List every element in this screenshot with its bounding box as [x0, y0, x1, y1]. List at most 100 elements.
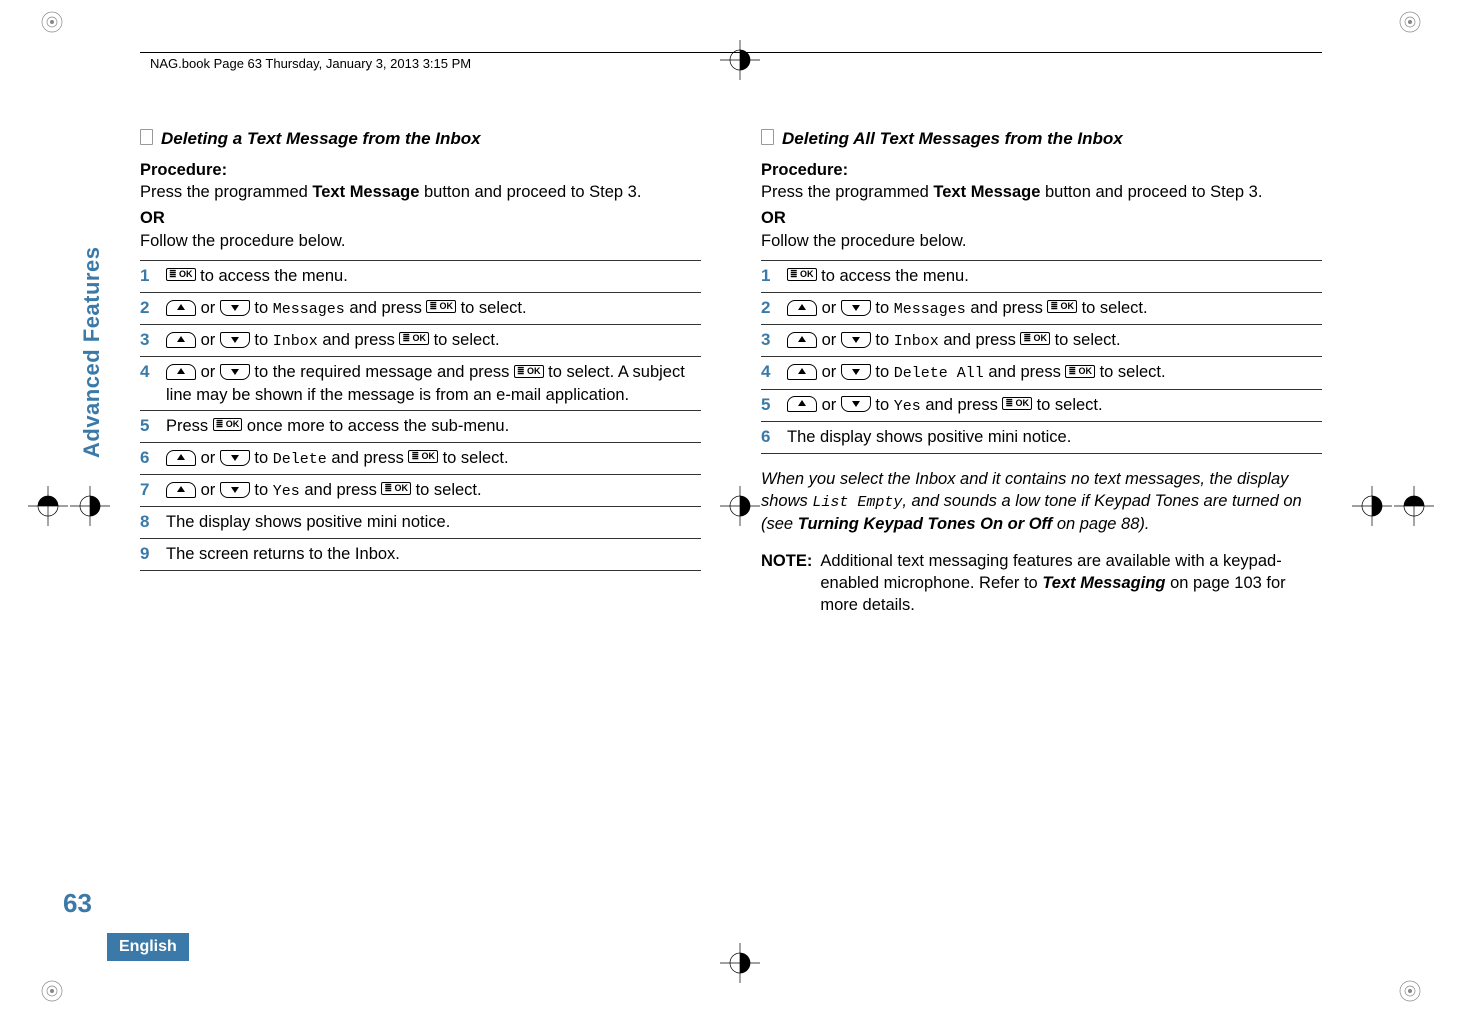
step-number: 2 [761, 297, 787, 320]
section-title: Deleting All Text Messages from the Inbo… [761, 128, 1322, 151]
step-row: 2 or to Messages and press ≣ OK to selec… [140, 293, 701, 325]
step-body: ≣ OK to access the menu. [787, 265, 1322, 287]
menu-name: Delete [273, 451, 327, 468]
ok-button-icon: ≣ OK [408, 450, 438, 463]
step-text: The display shows positive mini notice. [166, 513, 450, 531]
step-text: Press [166, 417, 213, 435]
step-text: or [817, 363, 841, 381]
intro-span: Press the programmed [140, 183, 312, 201]
intro-span: Press the programmed [761, 183, 933, 201]
step-number: 4 [761, 361, 787, 384]
running-header: NAG.book Page 63 Thursday, January 3, 20… [150, 56, 471, 71]
header-rule [140, 52, 1322, 53]
ok-button-icon: ≣ OK [787, 268, 817, 281]
up-arrow-icon [787, 332, 817, 348]
intro-text: Follow the procedure below. [761, 230, 1322, 252]
step-text: to select. [456, 299, 527, 317]
step-text: The display shows positive mini notice. [787, 428, 1071, 446]
down-arrow-icon [841, 300, 871, 316]
steps-list: 1 ≣ OK to access the menu. 2 or to Messa… [140, 260, 701, 571]
step-number: 4 [140, 361, 166, 384]
step-number: 1 [140, 265, 166, 288]
step-body: or to Messages and press ≣ OK to select. [787, 297, 1322, 320]
note-paragraph: When you select the Inbox and it contain… [761, 468, 1322, 536]
step-text: or [817, 331, 841, 349]
step-number: 6 [761, 426, 787, 449]
menu-name: Inbox [894, 333, 939, 350]
step-text: or [196, 299, 220, 317]
step-text: or [196, 331, 220, 349]
note-body: Additional text messaging features are a… [820, 550, 1322, 617]
step-text: and press [966, 299, 1048, 317]
step-row: 1 ≣ OK to access the menu. [761, 261, 1322, 293]
menu-name: Inbox [273, 333, 318, 350]
step-text: or [196, 363, 220, 381]
ok-button-icon: ≣ OK [1020, 332, 1050, 345]
step-row: 5 or to Yes and press ≣ OK to select. [761, 390, 1322, 422]
step-row: 7 or to Yes and press ≣ OK to select. [140, 475, 701, 507]
steps-list: 1 ≣ OK to access the menu. 2 or to Messa… [761, 260, 1322, 454]
step-text: to access the menu. [196, 267, 348, 285]
step-text: to select. [1032, 396, 1103, 414]
step-row: 4 or to Delete All and press ≣ OK to sel… [761, 357, 1322, 389]
down-arrow-icon [220, 332, 250, 348]
step-text: to select. [429, 331, 500, 349]
step-text: and press [939, 331, 1021, 349]
registration-mark-icon [70, 486, 110, 526]
ok-button-icon: ≣ OK [399, 332, 429, 345]
step-text: to access the menu. [817, 267, 969, 285]
up-arrow-icon [787, 300, 817, 316]
step-body: Press ≣ OK once more to access the sub-m… [166, 415, 701, 437]
up-arrow-icon [166, 332, 196, 348]
step-body: The screen returns to the Inbox. [166, 543, 701, 565]
registration-mark-icon [720, 943, 760, 983]
step-text: to [871, 363, 894, 381]
step-body: or to Yes and press ≣ OK to select. [787, 394, 1322, 417]
step-text: and press [921, 396, 1003, 414]
step-text: to [871, 331, 894, 349]
step-number: 5 [761, 394, 787, 417]
up-arrow-icon [166, 300, 196, 316]
up-arrow-icon [166, 482, 196, 498]
step-number: 6 [140, 447, 166, 470]
step-number: 5 [140, 415, 166, 438]
step-text: once more to access the sub-menu. [242, 417, 509, 435]
step-body: or to Delete and press ≣ OK to select. [166, 447, 701, 470]
crop-mark-icon [1394, 6, 1426, 38]
step-row: 2 or to Messages and press ≣ OK to selec… [761, 293, 1322, 325]
step-number: 9 [140, 543, 166, 566]
down-arrow-icon [220, 300, 250, 316]
step-number: 3 [761, 329, 787, 352]
ok-button-icon: ≣ OK [381, 482, 411, 495]
menu-name: Yes [894, 398, 921, 415]
step-row: 3 or to Inbox and press ≣ OK to select. [140, 325, 701, 357]
step-text: or [817, 396, 841, 414]
step-text: to [250, 331, 273, 349]
procedure-label: Procedure: [140, 159, 701, 181]
step-text: to select. [1095, 363, 1166, 381]
step-number: 2 [140, 297, 166, 320]
step-body: or to Inbox and press ≣ OK to select. [166, 329, 701, 352]
registration-mark-icon [28, 486, 68, 526]
step-text: or [196, 481, 220, 499]
step-text: to select. [1050, 331, 1121, 349]
page-body: Deleting a Text Message from the Inbox P… [140, 128, 1322, 913]
note-row: NOTE: Additional text messaging features… [761, 550, 1322, 617]
intro-span: button and proceed to Step 3. [1040, 183, 1262, 201]
registration-mark-icon [1352, 486, 1392, 526]
step-number: 3 [140, 329, 166, 352]
menu-name: List Empty [812, 494, 902, 511]
ok-button-icon: ≣ OK [514, 365, 544, 378]
ok-button-icon: ≣ OK [1065, 365, 1095, 378]
step-text: to select. [1077, 299, 1148, 317]
section-title: Deleting a Text Message from the Inbox [140, 128, 701, 151]
page-icon [761, 129, 774, 145]
procedure-label: Procedure: [761, 159, 1322, 181]
up-arrow-icon [166, 364, 196, 380]
intro-text: Press the programmed Text Message button… [140, 181, 701, 203]
intro-bold: Text Message [312, 183, 419, 201]
note-text: on page 88). [1052, 515, 1149, 533]
step-body: or to Delete All and press ≣ OK to selec… [787, 361, 1322, 384]
section-title-text: Deleting a Text Message from the Inbox [161, 128, 481, 151]
step-body: or to the required message and press ≣ O… [166, 361, 701, 406]
